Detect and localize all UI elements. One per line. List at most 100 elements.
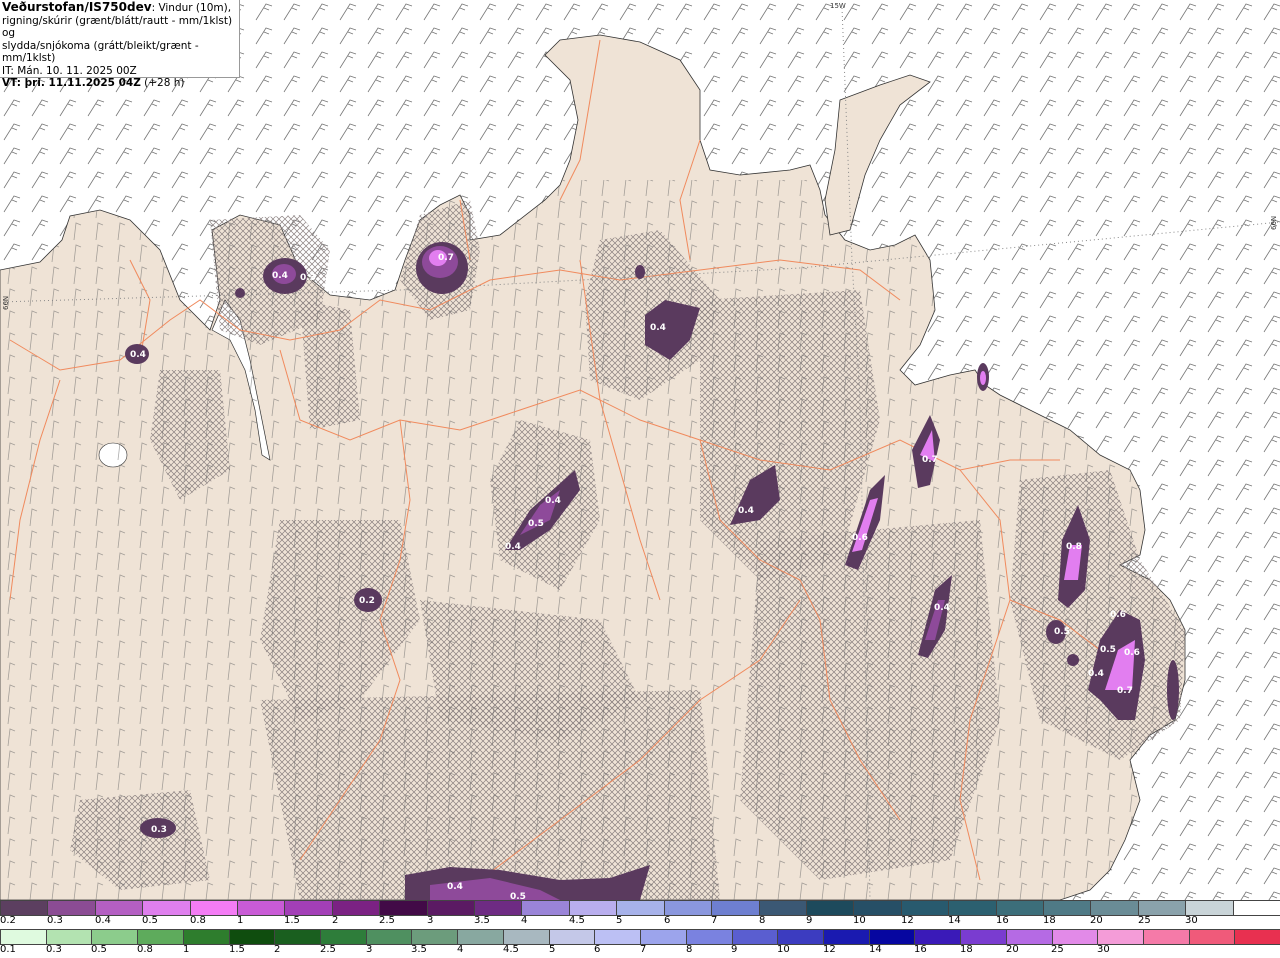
scale-swatch xyxy=(1090,901,1138,915)
precip-label: 0.4 xyxy=(447,882,463,892)
model-source: Veðurstofan/IS750dev xyxy=(2,0,152,14)
precip-label: 0.4 xyxy=(545,496,561,506)
scale-label: 18 xyxy=(1043,915,1056,926)
scale-label: 1.5 xyxy=(284,915,300,926)
scale-label: 4 xyxy=(457,944,464,955)
scale-swatch xyxy=(853,901,901,915)
scale-swatch xyxy=(45,930,92,944)
scale-swatch xyxy=(805,901,854,915)
scale-swatch xyxy=(137,930,183,944)
precip-label: 0.6 xyxy=(1110,610,1126,620)
scale-label: 4 xyxy=(521,915,528,926)
scale-swatch xyxy=(1188,930,1235,944)
scale-label: 5 xyxy=(616,915,623,926)
valid-time-line: VT: þri. 11.11.2025 04Z (+28 h) xyxy=(2,77,237,90)
info-line-3: slydda/snjókoma (grátt/bleikt/grænt - mm… xyxy=(2,39,199,65)
scale-label: 3.5 xyxy=(474,915,490,926)
scale-swatch xyxy=(365,930,412,944)
scale-swatch xyxy=(91,930,138,944)
scale-label: 7 xyxy=(711,915,718,926)
rain-scale-labels: 0.1 0.3 0.5 0.8 1 1.5 2 2.5 3 3.5 4 4.5 5 6 7 8 9 10 12 14 1… xyxy=(0,944,1280,958)
scale-swatch xyxy=(94,901,143,915)
map-info-box: Veðurstofan/IS750dev: Vindur (10m), rign… xyxy=(0,0,240,89)
scale-swatch xyxy=(1051,930,1098,944)
scale-label: 0.3 xyxy=(47,915,63,926)
scale-swatch xyxy=(1097,930,1143,944)
scale-swatch xyxy=(0,930,46,944)
scale-label: 20 xyxy=(1006,944,1019,955)
scale-swatch xyxy=(1234,930,1280,944)
grid-label-66n-left: 66N xyxy=(2,296,10,310)
scale-swatch xyxy=(548,930,595,944)
precip-label: 0.7 xyxy=(1117,686,1133,696)
scale-label: 3 xyxy=(427,915,434,926)
scale-swatch xyxy=(1137,901,1186,915)
precip-label: 0.4 xyxy=(934,603,950,613)
scale-swatch xyxy=(379,901,427,915)
precip-label: 0.4 xyxy=(130,350,146,360)
snow-color-scale xyxy=(0,900,1280,916)
scale-label: 2 xyxy=(332,915,339,926)
scale-swatch xyxy=(521,901,569,915)
forecast-offset: (+28 h) xyxy=(140,77,185,89)
scale-swatch xyxy=(663,901,712,915)
snow-scale-labels: 0.2 0.3 0.4 0.5 0.8 1 1.5 2 2.5 3 3.5 4 4.5 5 6 7 8 9 10 12… xyxy=(0,915,1280,929)
scale-swatch xyxy=(47,901,95,915)
scale-label: 4.5 xyxy=(569,915,585,926)
precip-label: 0.4 xyxy=(738,506,754,516)
scale-swatch xyxy=(914,930,961,944)
precip-label: 0.5 xyxy=(1054,627,1070,637)
scale-label: 8 xyxy=(686,944,693,955)
valid-time: VT: þri. 11.11.2025 04Z xyxy=(2,77,141,89)
scale-swatch xyxy=(142,901,190,915)
scale-label: 2.5 xyxy=(379,915,395,926)
scale-swatch xyxy=(228,930,275,944)
scale-label: 16 xyxy=(996,915,1009,926)
scale-swatch xyxy=(594,930,641,944)
precip-label: 0.4 xyxy=(1088,669,1104,679)
scale-swatch xyxy=(189,901,238,915)
scale-label: 25 xyxy=(1138,915,1151,926)
scale-swatch xyxy=(711,901,759,915)
precip-label: 0.7 xyxy=(922,455,938,465)
scale-swatch xyxy=(457,930,503,944)
scale-label: 0.5 xyxy=(91,944,107,955)
scale-swatch xyxy=(758,901,806,915)
info-line-2: rigning/skúrir (grænt/blátt/rautt - mm/1… xyxy=(2,14,233,40)
scale-label: 0.8 xyxy=(137,944,153,955)
scale-label: 8 xyxy=(759,915,766,926)
scale-swatch xyxy=(868,930,915,944)
scale-swatch xyxy=(411,930,458,944)
scale-swatch xyxy=(426,901,475,915)
rain-color-scale xyxy=(0,929,1280,945)
scale-swatch xyxy=(995,901,1043,915)
precip-label: 0.6 xyxy=(1124,648,1140,658)
scale-label: 9 xyxy=(731,944,738,955)
issue-time: IT: Mán. 10. 11. 2025 00Z xyxy=(2,64,137,77)
scale-label: 20 xyxy=(1090,915,1103,926)
scale-swatch xyxy=(284,901,332,915)
scale-label: 2.5 xyxy=(320,944,336,955)
precip-label: 0.7 xyxy=(438,253,454,263)
precip-label: 0.4 xyxy=(272,271,288,281)
scale-swatch xyxy=(948,901,996,915)
scale-label: 3.5 xyxy=(411,944,427,955)
scale-swatch xyxy=(320,930,366,944)
scale-swatch xyxy=(182,930,229,944)
scale-label: 0.8 xyxy=(190,915,206,926)
precip-label: 0.5 xyxy=(1100,645,1116,655)
info-description: : Vindur (10m), xyxy=(151,2,232,14)
scale-label: 10 xyxy=(777,944,790,955)
precip-label: 0.6 xyxy=(852,533,868,543)
precip-label: 0.4 xyxy=(650,323,666,333)
scale-swatch xyxy=(685,930,732,944)
scale-swatch xyxy=(568,901,617,915)
scale-label: 5 xyxy=(549,944,556,955)
scale-swatch xyxy=(1005,930,1052,944)
scale-swatch xyxy=(237,901,285,915)
precip-label: 0.3 xyxy=(151,825,167,835)
scale-label: 4.5 xyxy=(503,944,519,955)
scale-swatch xyxy=(331,901,380,915)
precip-label: 0.5 xyxy=(528,519,544,529)
scale-label: 0.3 xyxy=(46,944,62,955)
